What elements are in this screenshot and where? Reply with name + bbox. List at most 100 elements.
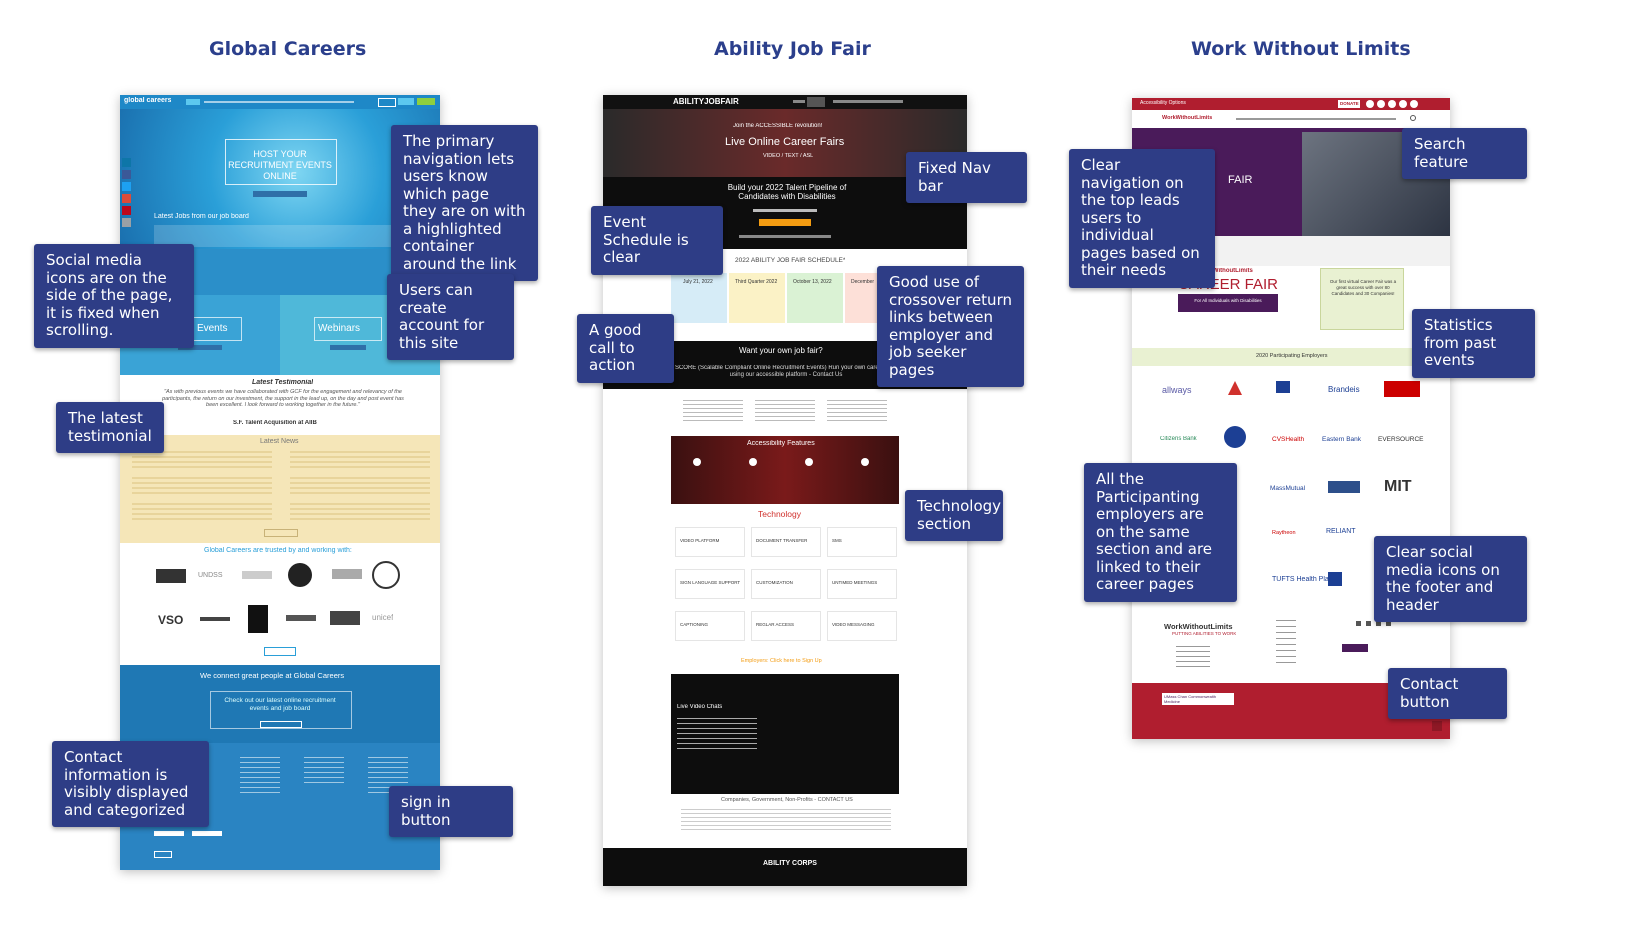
wwl-logo-seal[interactable] (1224, 426, 1246, 448)
callout-technology: Technology section (905, 490, 1003, 541)
ajf-score-text[interactable]: SCORE (Scalable Compliant Online Recruit… (673, 365, 899, 379)
gc-connect-section: We connect great people at Global Career… (120, 665, 440, 743)
wwl-logo-raytheon[interactable]: Raytheon (1272, 530, 1296, 536)
gc-partner-iom-logo[interactable] (372, 561, 400, 589)
gc-footer-sign-in-button[interactable] (154, 851, 172, 858)
ajf-schedule-card[interactable]: July 21, 2022 (671, 273, 727, 323)
gc-news-item[interactable] (290, 503, 430, 523)
gc-partner-logo[interactable] (200, 617, 230, 621)
ajf-tech-card: REGLAR ACCESS (751, 611, 821, 641)
wwl-footer-tagline: PUTTING ABILITIES TO WORK (1172, 631, 1237, 636)
wwl-logo-tufts[interactable]: TUFTS Health Plan (1272, 576, 1333, 583)
callout-create-account: Users can create account for this site (387, 274, 514, 360)
gc-partner-logo[interactable] (156, 569, 186, 583)
gc-news-item[interactable] (132, 477, 272, 497)
gc-register-button[interactable] (398, 98, 414, 105)
gc-news-heading: Latest News (260, 438, 299, 445)
gc-footer-employers-links[interactable] (240, 757, 280, 797)
gc-partner-vso[interactable]: VSO (158, 613, 183, 627)
gc-news-item[interactable] (290, 477, 430, 497)
gc-partner-logo[interactable] (286, 615, 316, 621)
ajf-signup-button[interactable] (759, 219, 811, 226)
ajf-feature-column (683, 400, 743, 424)
wwl-logo-uml[interactable] (1328, 572, 1342, 586)
gc-footer-password-field[interactable] (192, 831, 222, 836)
gc-employers-button[interactable] (417, 98, 435, 105)
gc-login-button[interactable] (378, 98, 396, 107)
wwl-logo-massachusetts[interactable] (1276, 381, 1290, 393)
callout-good-cta: A good call to action (577, 314, 674, 383)
gc-nav-home-highlight[interactable] (186, 99, 200, 105)
ajf-tech-card: SIGN LANGUAGE SUPPORT (675, 569, 745, 599)
wwl-logo-brandeis[interactable]: Brandeis (1328, 385, 1360, 394)
callout-social-side: Social media icons are on the side of th… (34, 244, 194, 348)
gc-checkout-text[interactable]: Check out our latest online recruitment … (214, 697, 346, 713)
gc-partner-logo[interactable] (248, 605, 268, 633)
gc-news-item[interactable] (290, 451, 430, 471)
youtube-icon[interactable] (1399, 100, 1407, 108)
youtube-icon[interactable] (122, 194, 131, 203)
gc-footer-username-field[interactable] (154, 831, 184, 836)
gc-partner-undss[interactable]: UNDSS (198, 572, 223, 579)
gc-news-item[interactable] (132, 503, 272, 523)
ajf-schedule-card[interactable]: Third Quarter 2022 (729, 273, 785, 323)
ajf-tech-card: CAPTIONING (675, 611, 745, 641)
wwl-nav-links[interactable] (1236, 118, 1396, 120)
ajf-nav-employer-highlight[interactable] (807, 97, 825, 107)
gc-nav-links[interactable] (204, 101, 354, 103)
wwl-for-all-banner: For All Individuals with Disabilities (1178, 294, 1278, 312)
wwl-accessibility-link[interactable]: Accessibility Options (1140, 100, 1186, 106)
ajf-nav-link[interactable] (793, 100, 805, 103)
twitter-icon[interactable] (1377, 100, 1385, 108)
ajf-nav-links[interactable] (833, 100, 903, 103)
wwl-logo-eversource[interactable]: EVERSOURCE (1378, 436, 1424, 443)
ajf-footer-line[interactable]: Companies, Government, Non-Profits - CON… (721, 797, 853, 803)
wwl-logo-middlesex[interactable] (1328, 481, 1360, 493)
gc-see-more-button[interactable] (264, 647, 296, 656)
wwl-logo-citizens[interactable]: Citizens Bank (1160, 436, 1197, 442)
gc-hero-button[interactable] (253, 191, 307, 197)
email-icon[interactable] (1410, 100, 1418, 108)
back-to-top-button[interactable] (1432, 721, 1442, 731)
ajf-hero-sub: VIDEO / TEXT / ASL (763, 153, 814, 159)
gc-webinars-button[interactable] (330, 345, 366, 350)
wwl-contact-button[interactable] (1342, 644, 1368, 652)
wwl-logo-american-tower[interactable] (1228, 381, 1242, 395)
gc-partner-eurocontrol-logo[interactable] (288, 563, 312, 587)
ajf-schedule-card[interactable]: October 13, 2022 (787, 273, 843, 323)
wwl-logo-reliant[interactable]: RELIANT (1326, 528, 1356, 535)
facebook-icon[interactable] (1356, 621, 1361, 626)
wwl-brand[interactable]: WorkWithoutLimits (1162, 115, 1212, 121)
wwl-logo-boston-university[interactable] (1384, 381, 1420, 397)
wwl-logo-cvs[interactable]: CVSHealth (1272, 436, 1304, 443)
email-icon[interactable] (122, 218, 131, 227)
gc-partner-logo[interactable] (332, 569, 362, 579)
pinterest-icon[interactable] (122, 206, 131, 215)
wwl-donate-button[interactable]: DONATE (1338, 100, 1360, 108)
ajf-employers-link[interactable]: Employers: Click here to Sign Up (741, 658, 822, 664)
gc-partner-unicef[interactable]: unicef (372, 613, 393, 622)
gc-header: global careers (120, 95, 440, 109)
gc-read-more-button[interactable] (264, 529, 298, 537)
facebook-icon[interactable] (1366, 100, 1374, 108)
gc-news-item[interactable] (132, 451, 272, 471)
wwl-logo-massmutual[interactable]: MassMutual (1270, 485, 1305, 492)
wwl-logo-mit[interactable]: MIT (1384, 478, 1412, 496)
gc-partner-logo[interactable] (330, 611, 360, 625)
ajf-schedule-heading: 2022 ABILITY JOB FAIR SCHEDULE* (735, 257, 846, 264)
linkedin-icon[interactable] (122, 158, 131, 167)
wwl-logo-eastern-bank[interactable]: Eastern Bank (1322, 436, 1361, 443)
twitter-icon[interactable] (1366, 621, 1371, 626)
ajf-brand[interactable]: ABILITYJOBFAIR (673, 97, 739, 106)
gc-footer-candidates-links[interactable] (304, 757, 344, 787)
gc-login-register-button[interactable] (260, 721, 302, 728)
twitter-icon[interactable] (122, 182, 131, 191)
gc-partner-logo[interactable] (242, 571, 272, 579)
search-icon[interactable] (1410, 115, 1416, 121)
linkedin-icon[interactable] (1388, 100, 1396, 108)
ajf-tech-card: UNTIMED MEETINGS (827, 569, 897, 599)
wwl-logo-allways[interactable]: allways (1162, 385, 1192, 395)
facebook-icon[interactable] (122, 170, 131, 179)
ajf-date: Third Quarter 2022 (735, 279, 778, 285)
wwl-footer-links[interactable] (1276, 620, 1296, 668)
